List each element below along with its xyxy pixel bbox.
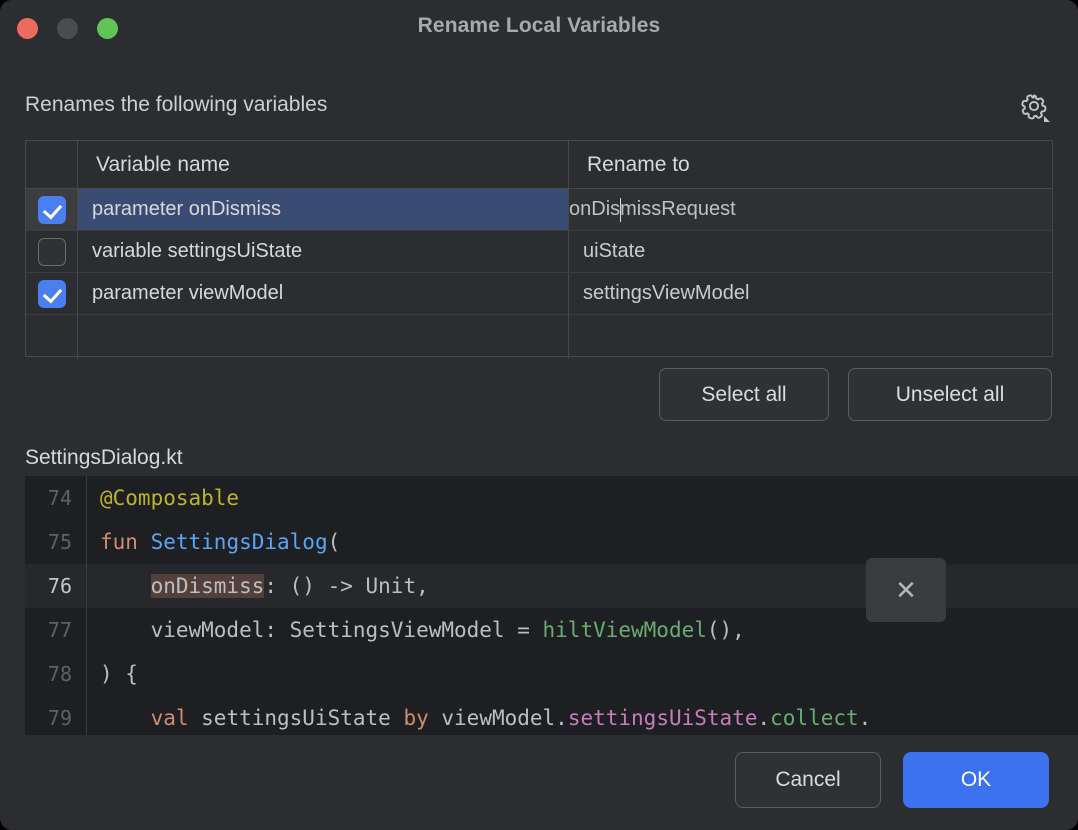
title-bar: Rename Local Variables: [0, 0, 1078, 56]
row-rename-to-input[interactable]: onDismissRequest: [569, 189, 1052, 230]
row-variable-name: settingsUiState: [168, 240, 303, 263]
header-cell-checkbox: [26, 141, 78, 188]
row-variable-name: onDismiss: [189, 198, 281, 221]
row-checkbox-cell[interactable]: [26, 231, 78, 272]
row-checkbox[interactable]: [38, 196, 66, 224]
code-line: 78 ) {: [25, 652, 1078, 696]
cancel-button[interactable]: Cancel: [735, 752, 881, 808]
line-number: 75: [25, 530, 86, 554]
row-rename-to-input[interactable]: settingsViewModel: [569, 273, 1052, 314]
rename-local-variables-dialog: Rename Local Variables Renames the follo…: [0, 0, 1078, 830]
row-rename-to-input[interactable]: uiState: [569, 231, 1052, 272]
preview-file-name: SettingsDialog.kt: [25, 446, 183, 470]
table-header-row: Variable name Rename to: [26, 141, 1052, 189]
row-variable-kind: parameter: [92, 198, 183, 221]
close-icon: ✕: [895, 577, 917, 603]
line-number: 76: [25, 574, 86, 598]
table-empty-row: [26, 315, 1052, 359]
row-variable-name-cell[interactable]: variable settingsUiState: [78, 231, 569, 272]
empty-checkbox-cell: [26, 315, 78, 359]
line-number: 77: [25, 618, 86, 642]
code-line-text: fun SettingsDialog(: [87, 530, 340, 554]
ok-button[interactable]: OK: [903, 752, 1049, 808]
code-line: 79 val settingsUiState by viewModel.sett…: [25, 696, 1078, 735]
gear-icon[interactable]: [1016, 88, 1052, 124]
row-checkbox-cell[interactable]: [26, 273, 78, 314]
row-checkbox[interactable]: [38, 280, 66, 308]
empty-rename-cell: [569, 315, 1052, 359]
code-line: 74 @Composable: [25, 476, 1078, 520]
code-line-text: viewModel: SettingsViewModel = hiltViewM…: [87, 618, 745, 642]
code-line-text: val settingsUiState by viewModel.setting…: [87, 706, 871, 730]
code-line-text: ) {: [87, 662, 138, 686]
row-rename-to-suffix: missRequest: [620, 198, 736, 221]
select-all-button[interactable]: Select all: [659, 368, 829, 421]
row-variable-name-cell[interactable]: parameter onDismiss: [78, 189, 569, 230]
row-checkbox[interactable]: [38, 238, 66, 266]
row-variable-kind: parameter: [92, 282, 183, 305]
row-rename-to-value: uiState: [583, 240, 645, 263]
row-variable-kind: variable: [92, 240, 162, 263]
unselect-all-button[interactable]: Unselect all: [848, 368, 1052, 421]
line-number: 79: [25, 706, 86, 730]
code-preview-panel[interactable]: 74 @Composable 75 fun SettingsDialog( 76…: [25, 476, 1078, 735]
variables-table: Variable name Rename to parameter onDism…: [25, 140, 1053, 357]
row-variable-name-cell[interactable]: parameter viewModel: [78, 273, 569, 314]
line-number: 74: [25, 486, 86, 510]
line-number: 78: [25, 662, 86, 686]
code-line-text: @Composable: [87, 486, 239, 510]
table-row[interactable]: parameter onDismiss onDismissRequest: [26, 189, 1052, 231]
close-preview-button[interactable]: ✕: [866, 558, 946, 622]
table-row[interactable]: variable settingsUiState uiState: [26, 231, 1052, 273]
header-cell-variable-name: Variable name: [78, 141, 569, 188]
table-row[interactable]: parameter viewModel settingsViewModel: [26, 273, 1052, 315]
empty-name-cell: [78, 315, 569, 359]
row-rename-to-prefix: onDis: [569, 198, 620, 221]
row-checkbox-cell[interactable]: [26, 189, 78, 230]
row-rename-to-value: settingsViewModel: [583, 282, 749, 305]
row-variable-name: viewModel: [189, 282, 283, 305]
window-title: Rename Local Variables: [0, 14, 1078, 38]
header-cell-rename-to: Rename to: [569, 141, 1052, 188]
description-label: Renames the following variables: [25, 93, 327, 117]
code-line-text: onDismiss: () -> Unit,: [87, 574, 429, 598]
